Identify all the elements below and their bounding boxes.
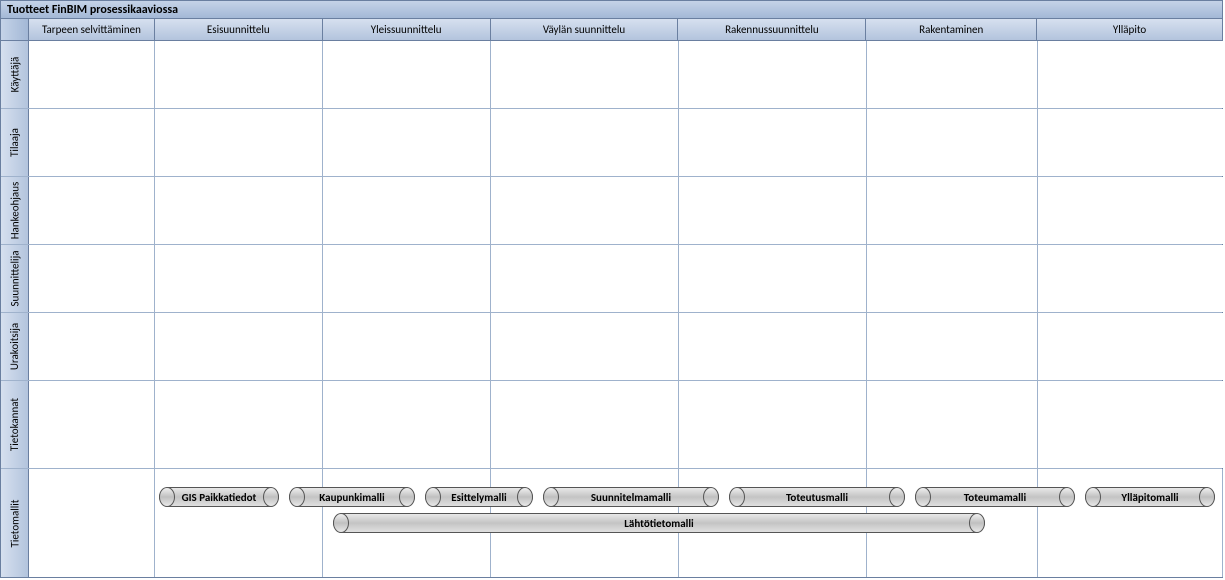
cell [29, 245, 155, 312]
lane-urakoitsija: Urakoitsija [1, 313, 1222, 381]
cyl-toteuma: Toteumamalli [915, 487, 1075, 507]
cyl-gis: GIS Paikkatiedot [159, 487, 279, 507]
lane-label-kayttaja: Käyttäjä [1, 41, 29, 108]
lane-tietokannat: Tietokannat [1, 381, 1222, 469]
cell [867, 41, 1038, 108]
col-header-4: Väylän suunnittelu [491, 19, 679, 40]
cell [323, 109, 491, 176]
col-header-1: Tarpeen selvittäminen [29, 19, 155, 40]
corner-spacer [1, 19, 29, 40]
cyl-suunnitelma: Suunnitelmamalli [543, 487, 719, 507]
cyl-lahtotieto: Lähtötietomalli [333, 513, 985, 533]
lane-tilaaja: Tilaaja [1, 109, 1222, 177]
cell [323, 245, 491, 312]
diagram-title: Tuotteet FinBIM prosessikaaviossa [1, 1, 1222, 19]
cell [29, 177, 155, 244]
cell [679, 313, 867, 380]
cell [867, 381, 1038, 468]
cell [29, 313, 155, 380]
cell [29, 381, 155, 468]
cell [679, 41, 867, 108]
cell [323, 177, 491, 244]
cell [867, 109, 1038, 176]
cell [867, 245, 1038, 312]
cell [155, 469, 323, 577]
lane-label-suunnittelija: Suunnittelija [1, 245, 29, 312]
lane-label-tilaaja: Tilaaja [1, 109, 29, 176]
lane-suunnittelija: Suunnittelija [1, 245, 1222, 313]
cyl-esittely: Esittelymalli [425, 487, 533, 507]
cell [1038, 313, 1223, 380]
cell [491, 245, 679, 312]
cell [155, 313, 323, 380]
lane-hankeohjaus: Hankeohjaus [1, 177, 1222, 245]
lane-label-urakoitsija: Urakoitsija [1, 313, 29, 380]
cell [867, 177, 1038, 244]
lane-label-tietokannat: Tietokannat [1, 381, 29, 468]
cell [491, 313, 679, 380]
lane-label-hankeohjaus: Hankeohjaus [1, 177, 29, 244]
swimlanes: Käyttäjä Tilaaja [1, 41, 1222, 578]
cell [29, 109, 155, 176]
cell [491, 109, 679, 176]
cell [155, 177, 323, 244]
cell [679, 381, 867, 468]
lane-tietomallit: Tietomallit GIS Paikkatiedot Kaupunkimal… [1, 469, 1222, 577]
cell [491, 381, 679, 468]
cell [867, 313, 1038, 380]
cyl-toteutus: Toteutusmalli [729, 487, 905, 507]
cell [323, 41, 491, 108]
cell [155, 381, 323, 468]
col-header-7: Ylläpito [1037, 19, 1222, 40]
col-header-6: Rakentaminen [866, 19, 1037, 40]
tietomallit-cells: GIS Paikkatiedot Kaupunkimalli Esittelym… [29, 469, 1223, 577]
cell [155, 41, 323, 108]
cell [1038, 381, 1223, 468]
col-header-5: Rakennussuunnittelu [678, 19, 866, 40]
col-header-2: Esisuunnittelu [155, 19, 323, 40]
cell [155, 109, 323, 176]
cell [29, 41, 155, 108]
lane-label-tietomallit: Tietomallit [1, 469, 29, 577]
cell [323, 313, 491, 380]
process-diagram: Tuotteet FinBIM prosessikaaviossa Tarpee… [0, 0, 1223, 578]
cell [1038, 41, 1223, 108]
cell [323, 381, 491, 468]
cell [679, 177, 867, 244]
cell [679, 245, 867, 312]
cell [1038, 245, 1223, 312]
cell [29, 469, 155, 577]
col-header-3: Yleissuunnittelu [323, 19, 491, 40]
cyl-yllapito: Ylläpitomalli [1085, 487, 1215, 507]
cell [491, 41, 679, 108]
lane-kayttaja: Käyttäjä [1, 41, 1222, 109]
cell [1038, 469, 1223, 577]
column-headers: Tarpeen selvittäminen Esisuunnittelu Yle… [1, 19, 1222, 41]
cell [679, 109, 867, 176]
cyl-kaupunki: Kaupunkimalli [289, 487, 415, 507]
cell [1038, 177, 1223, 244]
cell [155, 245, 323, 312]
cell [1038, 109, 1223, 176]
cell [491, 177, 679, 244]
